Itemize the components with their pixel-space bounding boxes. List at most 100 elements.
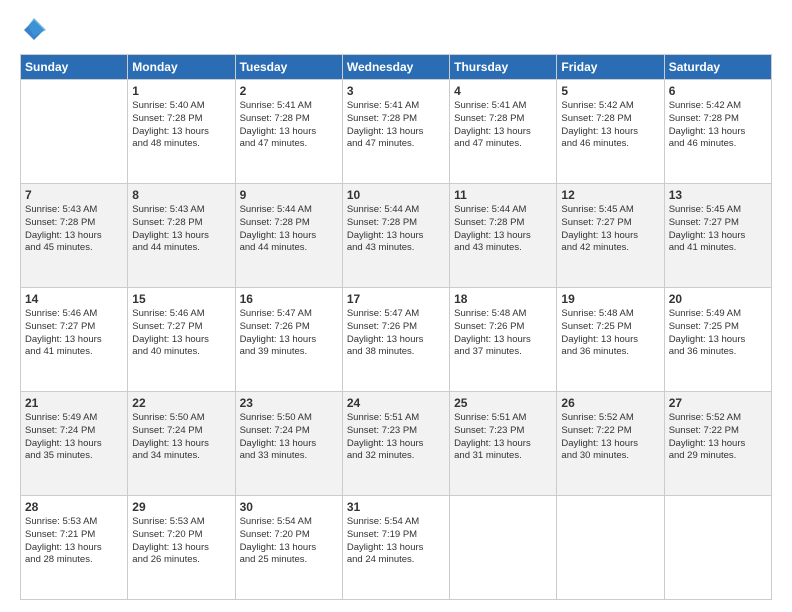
calendar-body: 1 Sunrise: 5:40 AM Sunset: 7:28 PM Daylig… bbox=[21, 80, 772, 600]
weekday-header: Monday bbox=[128, 55, 235, 80]
calendar-cell: 6 Sunrise: 5:42 AM Sunset: 7:28 PM Daylig… bbox=[664, 80, 771, 184]
day-info: Sunrise: 5:45 AM Sunset: 7:27 PM Dayligh… bbox=[669, 204, 767, 255]
day-info: Sunrise: 5:51 AM Sunset: 7:23 PM Dayligh… bbox=[347, 412, 445, 463]
day-info: Sunrise: 5:47 AM Sunset: 7:26 PM Dayligh… bbox=[240, 308, 338, 359]
day-number: 10 bbox=[347, 188, 445, 202]
day-info: Sunrise: 5:40 AM Sunset: 7:28 PM Dayligh… bbox=[132, 100, 230, 151]
calendar-cell: 26 Sunrise: 5:52 AM Sunset: 7:22 PM Dayli… bbox=[557, 392, 664, 496]
calendar-cell: 2 Sunrise: 5:41 AM Sunset: 7:28 PM Daylig… bbox=[235, 80, 342, 184]
day-info: Sunrise: 5:49 AM Sunset: 7:24 PM Dayligh… bbox=[25, 412, 123, 463]
day-info: Sunrise: 5:49 AM Sunset: 7:25 PM Dayligh… bbox=[669, 308, 767, 359]
calendar-cell: 13 Sunrise: 5:45 AM Sunset: 7:27 PM Dayli… bbox=[664, 184, 771, 288]
day-info: Sunrise: 5:48 AM Sunset: 7:25 PM Dayligh… bbox=[561, 308, 659, 359]
day-info: Sunrise: 5:43 AM Sunset: 7:28 PM Dayligh… bbox=[25, 204, 123, 255]
page: SundayMondayTuesdayWednesdayThursdayFrid… bbox=[0, 0, 792, 612]
calendar-cell: 19 Sunrise: 5:48 AM Sunset: 7:25 PM Dayli… bbox=[557, 288, 664, 392]
day-info: Sunrise: 5:44 AM Sunset: 7:28 PM Dayligh… bbox=[240, 204, 338, 255]
day-info: Sunrise: 5:46 AM Sunset: 7:27 PM Dayligh… bbox=[25, 308, 123, 359]
calendar-cell bbox=[664, 496, 771, 600]
calendar-week-row: 1 Sunrise: 5:40 AM Sunset: 7:28 PM Daylig… bbox=[21, 80, 772, 184]
day-number: 5 bbox=[561, 84, 659, 98]
logo-icon bbox=[20, 16, 48, 44]
day-info: Sunrise: 5:44 AM Sunset: 7:28 PM Dayligh… bbox=[347, 204, 445, 255]
day-number: 25 bbox=[454, 396, 552, 410]
weekday-header: Tuesday bbox=[235, 55, 342, 80]
calendar-cell: 7 Sunrise: 5:43 AM Sunset: 7:28 PM Daylig… bbox=[21, 184, 128, 288]
weekday-header: Sunday bbox=[21, 55, 128, 80]
calendar-week-row: 14 Sunrise: 5:46 AM Sunset: 7:27 PM Dayli… bbox=[21, 288, 772, 392]
day-info: Sunrise: 5:52 AM Sunset: 7:22 PM Dayligh… bbox=[669, 412, 767, 463]
day-number: 18 bbox=[454, 292, 552, 306]
calendar-cell: 30 Sunrise: 5:54 AM Sunset: 7:20 PM Dayli… bbox=[235, 496, 342, 600]
calendar-cell bbox=[450, 496, 557, 600]
day-number: 12 bbox=[561, 188, 659, 202]
day-info: Sunrise: 5:53 AM Sunset: 7:21 PM Dayligh… bbox=[25, 516, 123, 567]
day-info: Sunrise: 5:54 AM Sunset: 7:19 PM Dayligh… bbox=[347, 516, 445, 567]
calendar-cell: 17 Sunrise: 5:47 AM Sunset: 7:26 PM Dayli… bbox=[342, 288, 449, 392]
logo bbox=[20, 16, 52, 44]
weekday-header: Friday bbox=[557, 55, 664, 80]
calendar-cell: 4 Sunrise: 5:41 AM Sunset: 7:28 PM Daylig… bbox=[450, 80, 557, 184]
day-info: Sunrise: 5:44 AM Sunset: 7:28 PM Dayligh… bbox=[454, 204, 552, 255]
day-info: Sunrise: 5:50 AM Sunset: 7:24 PM Dayligh… bbox=[240, 412, 338, 463]
day-number: 15 bbox=[132, 292, 230, 306]
calendar-cell: 9 Sunrise: 5:44 AM Sunset: 7:28 PM Daylig… bbox=[235, 184, 342, 288]
calendar-header: SundayMondayTuesdayWednesdayThursdayFrid… bbox=[21, 55, 772, 80]
day-info: Sunrise: 5:41 AM Sunset: 7:28 PM Dayligh… bbox=[240, 100, 338, 151]
calendar-cell: 22Sunrise: 5:50 AM Sunset: 7:24 PM Dayli… bbox=[128, 392, 235, 496]
calendar-table: SundayMondayTuesdayWednesdayThursdayFrid… bbox=[20, 54, 772, 600]
day-number: 14 bbox=[25, 292, 123, 306]
day-number: 20 bbox=[669, 292, 767, 306]
day-number: 4 bbox=[454, 84, 552, 98]
day-number: 30 bbox=[240, 500, 338, 514]
day-number: 29 bbox=[132, 500, 230, 514]
weekday-header: Saturday bbox=[664, 55, 771, 80]
day-info: Sunrise: 5:43 AM Sunset: 7:28 PM Dayligh… bbox=[132, 204, 230, 255]
day-number: 27 bbox=[669, 396, 767, 410]
day-info: Sunrise: 5:51 AM Sunset: 7:23 PM Dayligh… bbox=[454, 412, 552, 463]
day-info: Sunrise: 5:48 AM Sunset: 7:26 PM Dayligh… bbox=[454, 308, 552, 359]
day-number: 17 bbox=[347, 292, 445, 306]
calendar-cell bbox=[557, 496, 664, 600]
calendar-cell: 14 Sunrise: 5:46 AM Sunset: 7:27 PM Dayli… bbox=[21, 288, 128, 392]
day-number: 22 bbox=[132, 396, 230, 410]
day-number: 26 bbox=[561, 396, 659, 410]
calendar-cell bbox=[21, 80, 128, 184]
calendar-cell: 8 Sunrise: 5:43 AM Sunset: 7:28 PM Daylig… bbox=[128, 184, 235, 288]
calendar-cell: 31 Sunrise: 5:54 AM Sunset: 7:19 PM Dayli… bbox=[342, 496, 449, 600]
day-number: 13 bbox=[669, 188, 767, 202]
day-info: Sunrise: 5:41 AM Sunset: 7:28 PM Dayligh… bbox=[454, 100, 552, 151]
day-info: Sunrise: 5:42 AM Sunset: 7:28 PM Dayligh… bbox=[669, 100, 767, 151]
day-number: 8 bbox=[132, 188, 230, 202]
calendar-week-row: 21 Sunrise: 5:49 AM Sunset: 7:24 PM Dayli… bbox=[21, 392, 772, 496]
day-number: 6 bbox=[669, 84, 767, 98]
day-number: 9 bbox=[240, 188, 338, 202]
calendar-cell: 15 Sunrise: 5:46 AM Sunset: 7:27 PM Dayli… bbox=[128, 288, 235, 392]
day-number: 1 bbox=[132, 84, 230, 98]
day-info: Sunrise: 5:52 AM Sunset: 7:22 PM Dayligh… bbox=[561, 412, 659, 463]
calendar-cell: 10 Sunrise: 5:44 AM Sunset: 7:28 PM Dayli… bbox=[342, 184, 449, 288]
day-number: 21 bbox=[25, 396, 123, 410]
day-info: Sunrise: 5:41 AM Sunset: 7:28 PM Dayligh… bbox=[347, 100, 445, 151]
day-info: Sunrise: 5:54 AM Sunset: 7:20 PM Dayligh… bbox=[240, 516, 338, 567]
day-number: 31 bbox=[347, 500, 445, 514]
calendar-cell: 28 Sunrise: 5:53 AM Sunset: 7:21 PM Dayli… bbox=[21, 496, 128, 600]
day-info: Sunrise: 5:42 AM Sunset: 7:28 PM Dayligh… bbox=[561, 100, 659, 151]
day-number: 19 bbox=[561, 292, 659, 306]
calendar-cell: 29 Sunrise: 5:53 AM Sunset: 7:20 PM Dayli… bbox=[128, 496, 235, 600]
calendar-week-row: 28 Sunrise: 5:53 AM Sunset: 7:21 PM Dayli… bbox=[21, 496, 772, 600]
day-number: 28 bbox=[25, 500, 123, 514]
calendar-cell: 1 Sunrise: 5:40 AM Sunset: 7:28 PM Daylig… bbox=[128, 80, 235, 184]
calendar-cell: 25 Sunrise: 5:51 AM Sunset: 7:23 PM Dayli… bbox=[450, 392, 557, 496]
calendar-cell: 21 Sunrise: 5:49 AM Sunset: 7:24 PM Dayli… bbox=[21, 392, 128, 496]
day-number: 2 bbox=[240, 84, 338, 98]
day-info: Sunrise: 5:47 AM Sunset: 7:26 PM Dayligh… bbox=[347, 308, 445, 359]
day-info: Sunrise: 5:53 AM Sunset: 7:20 PM Dayligh… bbox=[132, 516, 230, 567]
day-info: Sunrise: 5:45 AM Sunset: 7:27 PM Dayligh… bbox=[561, 204, 659, 255]
calendar-cell: 12 Sunrise: 5:45 AM Sunset: 7:27 PM Dayli… bbox=[557, 184, 664, 288]
calendar-cell: 20 Sunrise: 5:49 AM Sunset: 7:25 PM Dayli… bbox=[664, 288, 771, 392]
day-number: 7 bbox=[25, 188, 123, 202]
calendar-cell: 5 Sunrise: 5:42 AM Sunset: 7:28 PM Daylig… bbox=[557, 80, 664, 184]
day-info: Sunrise: 5:46 AM Sunset: 7:27 PM Dayligh… bbox=[132, 308, 230, 359]
calendar-week-row: 7 Sunrise: 5:43 AM Sunset: 7:28 PM Daylig… bbox=[21, 184, 772, 288]
